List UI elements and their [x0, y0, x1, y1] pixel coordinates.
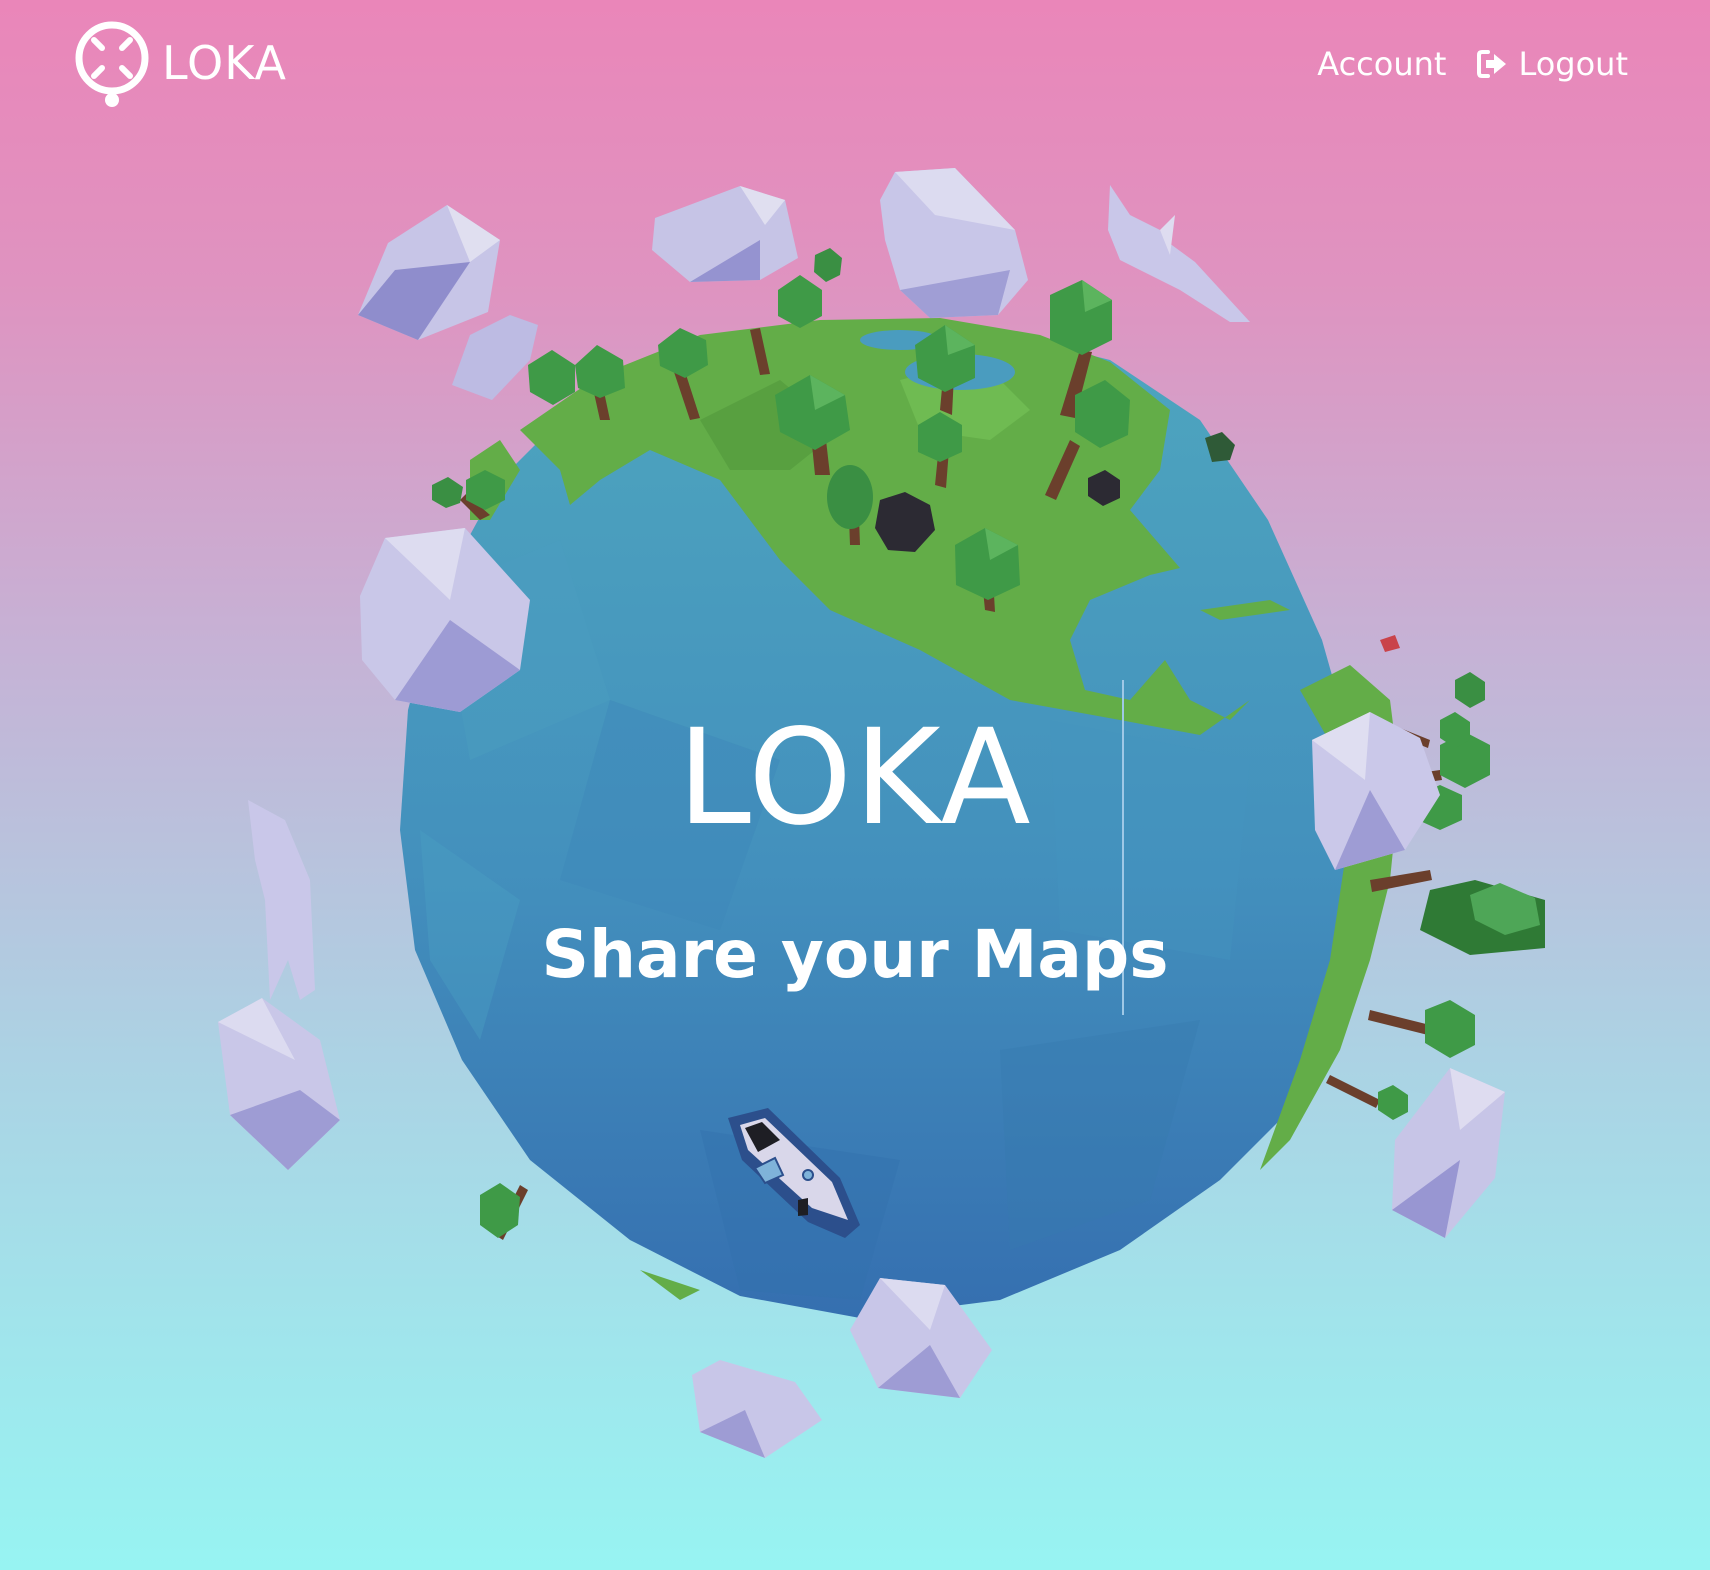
- nav-links: Account Logout: [1317, 48, 1628, 80]
- planet-scene: [218, 168, 1545, 1458]
- cloud: [880, 168, 1028, 318]
- tree: [1370, 870, 1545, 955]
- tree: [1368, 1000, 1475, 1058]
- tree: [1326, 1075, 1408, 1120]
- cloud: [652, 186, 798, 282]
- top-navbar: LOKA Account Logout: [0, 0, 1710, 140]
- brand-name: LOKA: [162, 36, 288, 90]
- compass-ring-icon: [75, 21, 149, 107]
- cloud: [692, 1360, 822, 1458]
- cloud: [218, 998, 340, 1170]
- cloud: [1392, 1068, 1505, 1238]
- account-link-label: Account: [1317, 45, 1447, 83]
- tree: [480, 1183, 528, 1240]
- logout-link[interactable]: Logout: [1476, 48, 1628, 80]
- sign-out-icon: [1477, 50, 1507, 78]
- cloud: [358, 205, 500, 340]
- cloud: [1312, 712, 1440, 870]
- brand-home-link[interactable]: LOKA: [70, 16, 287, 110]
- cloud: [452, 315, 538, 400]
- account-link[interactable]: Account: [1317, 48, 1446, 80]
- logout-link-label: Logout: [1518, 45, 1628, 83]
